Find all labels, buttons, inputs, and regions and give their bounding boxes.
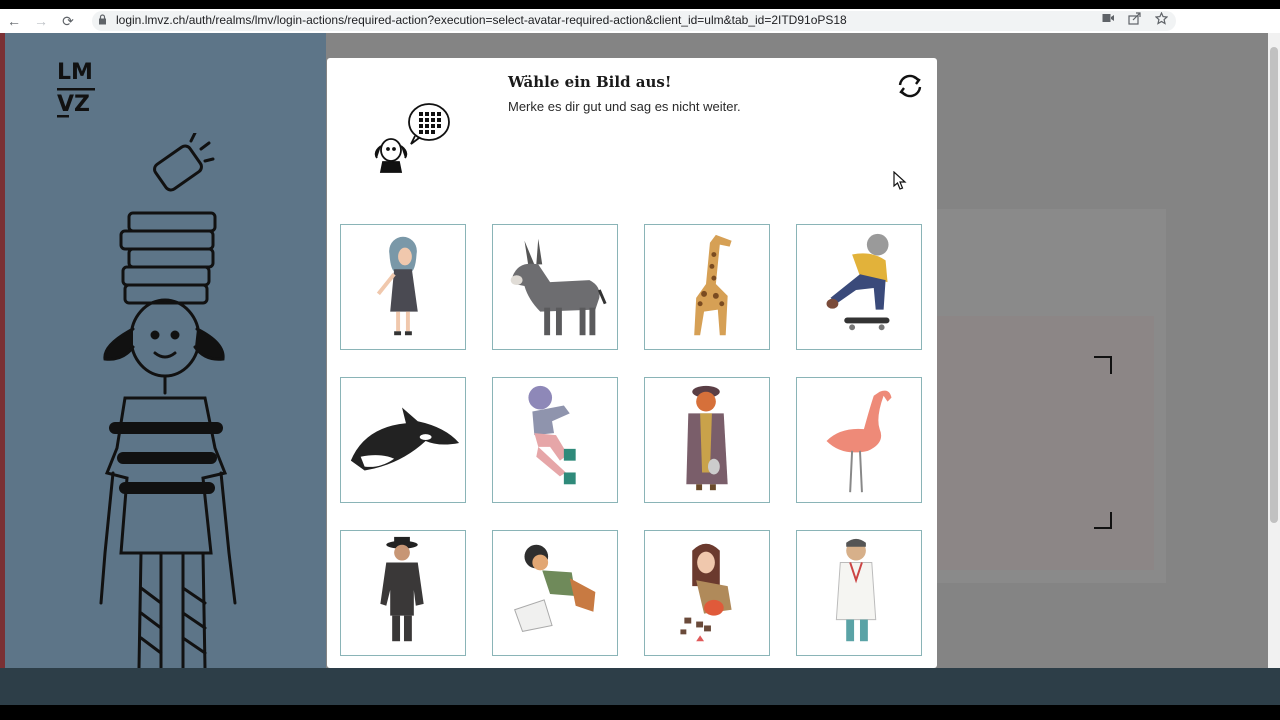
scan-corners-icon — [1094, 356, 1112, 529]
lmvz-logo: LM VZ — [57, 57, 107, 129]
flamingo-image — [826, 390, 892, 493]
page-viewport: LM VZ Wähle ein Bild aus! Merke es dir g… — [0, 33, 1268, 668]
avatar-option-skateboarder[interactable] — [796, 224, 922, 350]
forward-arrow-icon: → — [34, 13, 48, 29]
bottom-black-bar — [0, 705, 1280, 720]
avatar-option-girl[interactable] — [340, 224, 466, 350]
svg-text:VZ: VZ — [57, 92, 90, 117]
avatar-option-boy-crawling[interactable] — [492, 530, 618, 656]
bookmark-star-icon[interactable] — [1154, 11, 1169, 28]
lock-icon — [98, 14, 107, 28]
page-scrollbar[interactable] — [1268, 33, 1280, 668]
svg-text:LM: LM — [57, 60, 93, 85]
background-login-panel — [936, 316, 1154, 570]
man-in-hat-image — [380, 536, 424, 642]
browser-toolbar: ← → ⟳ login.lmvz.ch/auth/realms/lmv/logi… — [0, 9, 1280, 33]
donkey-image — [510, 238, 607, 336]
url-text: login.lmvz.ch/auth/realms/lmv/login-acti… — [116, 13, 847, 27]
avatar-option-flamingo[interactable] — [796, 377, 922, 503]
avatar-option-man-in-hat[interactable] — [340, 530, 466, 656]
girl-image — [376, 236, 418, 336]
doctor-image — [835, 538, 877, 642]
refresh-icon[interactable] — [895, 71, 925, 101]
avatar-option-giraffe[interactable] — [644, 224, 770, 350]
avatar-option-woman-in-coat[interactable] — [644, 377, 770, 503]
reload-icon: ⟳ — [62, 13, 74, 29]
woman-in-coat-image — [686, 385, 728, 491]
avatar-option-roller-skater[interactable] — [492, 377, 618, 503]
roller-skater-image — [528, 385, 576, 485]
avatar-selection-dialog: Wähle ein Bild aus! Merke es dir gut und… — [327, 58, 937, 668]
share-icon[interactable] — [1128, 12, 1141, 28]
orca-image — [350, 407, 460, 471]
forward-button[interactable]: → — [31, 11, 51, 31]
camera-blocked-icon[interactable] — [1102, 12, 1115, 27]
back-arrow-icon: ← — [7, 13, 21, 29]
skateboarder-image — [826, 233, 890, 331]
mouse-cursor-icon — [893, 171, 907, 190]
brand-panel: LM VZ — [0, 33, 326, 668]
avatar-option-donkey[interactable] — [492, 224, 618, 350]
girl-with-stones-image — [680, 543, 732, 642]
address-bar[interactable]: login.lmvz.ch/auth/realms/lmv/login-acti… — [92, 11, 1176, 31]
top-black-bar — [0, 0, 1280, 9]
thinking-girl-icon — [374, 103, 450, 173]
giraffe-image — [694, 234, 732, 336]
boy-crawling-image — [514, 544, 596, 632]
back-button[interactable]: ← — [4, 11, 24, 31]
bottom-strip — [0, 668, 1280, 705]
girl-illustration — [99, 133, 237, 668]
avatar-option-orca[interactable] — [340, 377, 466, 503]
avatar-option-doctor[interactable] — [796, 530, 922, 656]
avatar-option-girl-with-stones[interactable] — [644, 530, 770, 656]
dialog-subtitle: Merke es dir gut und sag es nicht weiter… — [508, 99, 741, 114]
dialog-title: Wähle ein Bild aus! — [508, 73, 672, 91]
scrollbar-thumb[interactable] — [1270, 47, 1278, 523]
reload-button[interactable]: ⟳ — [58, 11, 78, 31]
